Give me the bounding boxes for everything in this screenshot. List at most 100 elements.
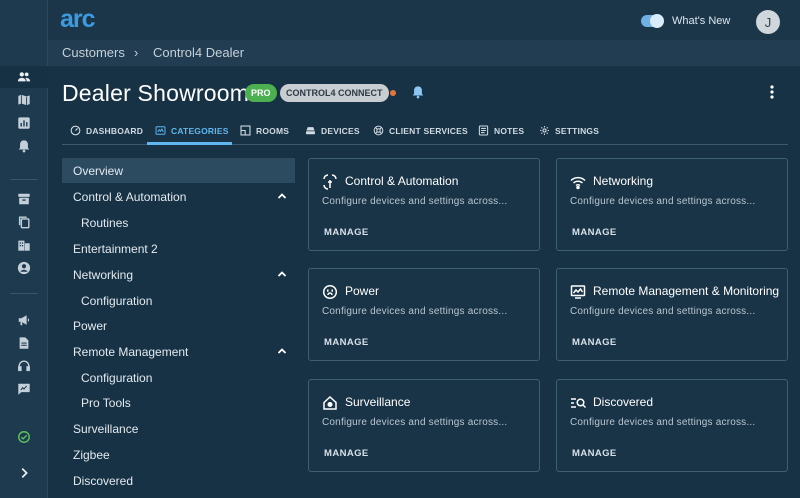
nav-item-entertainment[interactable]: Entertainment 2 bbox=[62, 236, 295, 261]
document-icon[interactable] bbox=[14, 333, 34, 353]
whats-new-toggle[interactable] bbox=[641, 14, 664, 28]
nav-item-label: Discovered bbox=[73, 473, 134, 488]
breadcrumb-customers[interactable]: Customers bbox=[62, 45, 125, 60]
category-card-discovered: Discovered Configure devices and setting… bbox=[556, 379, 788, 472]
client-services-icon bbox=[373, 125, 384, 136]
manage-button[interactable]: MANAGE bbox=[572, 227, 617, 238]
nav-item-discovered[interactable]: Discovered bbox=[62, 468, 295, 493]
manage-button[interactable]: MANAGE bbox=[324, 227, 369, 238]
breadcrumb-separator: › bbox=[134, 45, 139, 60]
map-icon[interactable] bbox=[14, 90, 34, 110]
breadcrumb: Customers › Control4 Dealer bbox=[48, 40, 800, 66]
tab-label: DASHBOARD bbox=[86, 125, 144, 136]
nav-item-remote-management[interactable]: Remote Management bbox=[62, 339, 295, 364]
tab-rooms[interactable]: ROOMS bbox=[240, 117, 289, 144]
nav-item-pro-tools[interactable]: Pro Tools bbox=[62, 390, 295, 415]
automation-icon bbox=[323, 174, 337, 190]
nav-item-power[interactable]: Power bbox=[62, 313, 295, 338]
card-description: Configure devices and settings across... bbox=[322, 196, 508, 207]
support-icon[interactable] bbox=[14, 356, 34, 376]
feedback-icon[interactable] bbox=[14, 379, 34, 399]
card-description: Configure devices and settings across... bbox=[570, 417, 756, 428]
status-ok-icon bbox=[14, 427, 34, 447]
announcements-icon[interactable] bbox=[14, 310, 34, 330]
nav-item-label: Routines bbox=[81, 215, 129, 230]
manage-button[interactable]: MANAGE bbox=[572, 337, 617, 348]
reports-icon[interactable] bbox=[14, 113, 34, 133]
tab-label: ROOMS bbox=[256, 125, 290, 136]
nav-item-networking[interactable]: Networking bbox=[62, 262, 295, 287]
tab-label: NOTES bbox=[494, 125, 525, 136]
nav-item-remote-configuration[interactable]: Configuration bbox=[62, 365, 295, 390]
gear-icon bbox=[540, 126, 549, 135]
tab-client-services[interactable]: CLIENT SERVICES bbox=[373, 117, 468, 144]
nav-item-label: Surveillance bbox=[73, 421, 139, 436]
customers-icon[interactable] bbox=[14, 67, 34, 87]
devices-icon bbox=[306, 127, 315, 135]
pro-badge: PRO bbox=[245, 84, 277, 102]
manage-button[interactable]: MANAGE bbox=[572, 448, 617, 459]
tab-notes[interactable]: NOTES bbox=[478, 117, 524, 144]
manage-button[interactable]: MANAGE bbox=[324, 337, 369, 348]
chevron-up-icon[interactable] bbox=[277, 269, 287, 279]
tab-settings[interactable]: SETTINGS bbox=[539, 117, 599, 144]
tab-label: SETTINGS bbox=[555, 125, 600, 136]
chevron-up-icon[interactable] bbox=[277, 191, 287, 201]
nav-item-overview[interactable]: Overview bbox=[62, 158, 295, 183]
tab-devices[interactable]: DEVICES bbox=[305, 117, 360, 144]
card-title: Power bbox=[345, 284, 380, 298]
power-outlet-icon bbox=[322, 284, 338, 300]
notifications-icon[interactable] bbox=[14, 136, 34, 156]
bell-icon[interactable] bbox=[411, 84, 425, 105]
breadcrumb-dealer[interactable]: Control4 Dealer bbox=[153, 45, 244, 60]
card-title: Discovered bbox=[593, 395, 654, 409]
active-tab-indicator bbox=[147, 142, 232, 145]
nav-item-label: Networking bbox=[73, 267, 134, 282]
tab-label: CATEGORIES bbox=[171, 125, 229, 136]
whats-new-link[interactable]: What's New bbox=[672, 15, 730, 27]
user-avatar[interactable]: J bbox=[756, 10, 780, 34]
chevron-up-icon[interactable] bbox=[277, 346, 287, 356]
left-rail bbox=[0, 0, 48, 498]
tab-label: CLIENT SERVICES bbox=[389, 125, 468, 136]
tab-label: DEVICES bbox=[321, 125, 360, 136]
card-description: Configure devices and settings across... bbox=[570, 306, 756, 317]
nav-item-surveillance[interactable]: Surveillance bbox=[62, 416, 295, 441]
gauge-icon bbox=[70, 125, 81, 136]
rooms-icon bbox=[240, 125, 251, 136]
monitor-icon bbox=[570, 285, 586, 299]
card-title: Control & Automation bbox=[345, 174, 459, 188]
tab-categories[interactable]: CATEGORIES bbox=[155, 117, 229, 144]
nav-item-control-automation[interactable]: Control & Automation bbox=[62, 184, 295, 209]
rail-separator bbox=[10, 179, 38, 180]
nav-item-label: Zigbee bbox=[73, 447, 110, 462]
nav-item-label: Remote Management bbox=[73, 344, 189, 359]
card-description: Configure devices and settings across... bbox=[322, 306, 508, 317]
home-security-icon bbox=[323, 395, 337, 410]
archive-icon[interactable] bbox=[14, 189, 34, 209]
page-title: Dealer Showroom bbox=[62, 80, 250, 106]
account-icon[interactable] bbox=[14, 258, 34, 278]
notes-icon bbox=[478, 125, 489, 136]
more-options-icon[interactable] bbox=[768, 84, 776, 105]
rail-separator bbox=[10, 293, 38, 294]
categories-icon bbox=[155, 126, 166, 135]
discover-icon bbox=[571, 398, 586, 409]
category-card-control-automation: Control & Automation Configure devices a… bbox=[308, 158, 540, 251]
nav-item-label: Overview bbox=[73, 163, 124, 178]
expand-rail-icon[interactable] bbox=[14, 463, 34, 483]
nav-item-label: Power bbox=[73, 318, 108, 333]
nav-item-zigbee[interactable]: Zigbee bbox=[62, 442, 295, 467]
arc-logo[interactable]: arc bbox=[60, 5, 122, 36]
manage-button[interactable]: MANAGE bbox=[324, 448, 369, 459]
wifi-icon bbox=[570, 176, 586, 190]
card-title: Networking bbox=[593, 174, 654, 188]
nav-item-networking-configuration[interactable]: Configuration bbox=[62, 288, 295, 313]
copy-icon[interactable] bbox=[14, 212, 34, 232]
nav-item-routines[interactable]: Routines bbox=[62, 210, 295, 235]
building-icon[interactable] bbox=[14, 235, 34, 255]
tab-bar: DASHBOARD CATEGORIES ROOMS DEVICES CLIEN… bbox=[62, 117, 788, 145]
card-description: Configure devices and settings across... bbox=[322, 417, 508, 428]
category-card-power: Power Configure devices and settings acr… bbox=[308, 268, 540, 361]
tab-dashboard[interactable]: DASHBOARD bbox=[70, 117, 143, 144]
